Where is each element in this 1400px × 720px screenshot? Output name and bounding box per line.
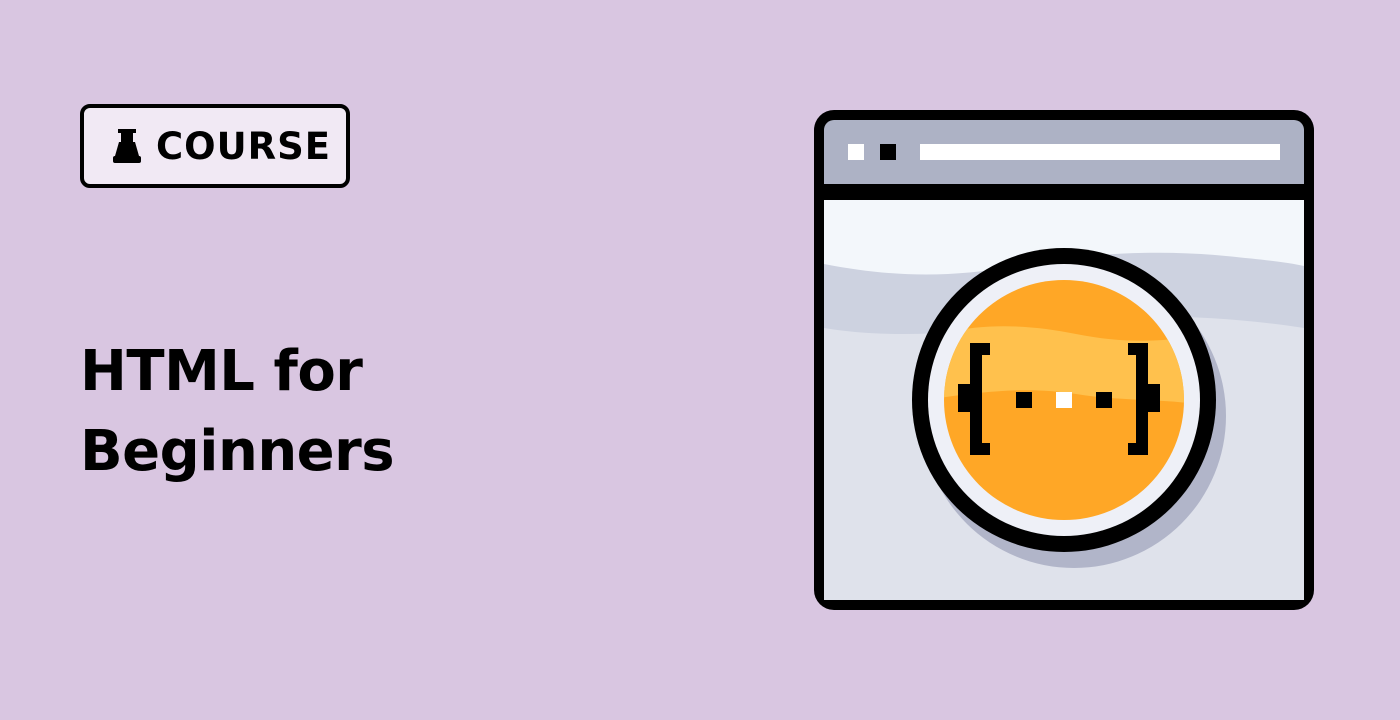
browser-window-code-icon (814, 110, 1314, 610)
window-dot-2 (880, 144, 896, 160)
address-bar (920, 144, 1280, 160)
title-line-1: HTML for (80, 339, 363, 404)
code-dot-2 (1056, 392, 1072, 408)
title-line-2: Beginners (80, 419, 395, 484)
course-badge: COURSE (80, 104, 350, 188)
pawn-icon (113, 129, 141, 163)
page-title: HTML for Beginners (80, 332, 395, 492)
window-dot-1 (848, 144, 864, 160)
code-dot-1 (1016, 392, 1032, 408)
code-dot-3 (1096, 392, 1112, 408)
badge-label: COURSE (156, 124, 332, 168)
